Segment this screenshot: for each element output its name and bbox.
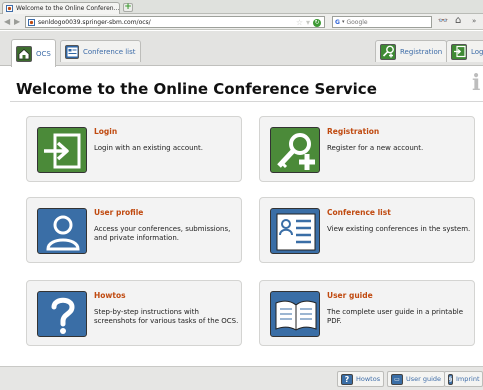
footer-user-guide-label: User guide [406, 375, 442, 383]
tab-ocs[interactable]: OCS [11, 39, 56, 67]
registration-card-description: Register for a new account. [327, 144, 424, 152]
search-engine-dropdown-icon[interactable]: ▾ [342, 19, 345, 25]
user-profile-card-description: Access your conferences, submissions, an… [94, 225, 231, 242]
conference-list-card-title[interactable]: Conference list [327, 208, 391, 217]
conference-list-card-description: View existing conferences in the system. [327, 225, 471, 233]
conference-list-icon [270, 208, 320, 254]
tab-registration[interactable]: Registration [375, 40, 448, 62]
browser-tab-strip: Welcome to the Online Conferen... + [0, 0, 483, 14]
site-favicon-icon [28, 18, 35, 26]
footer-book-icon: ▭ [391, 373, 403, 385]
user-profile-card[interactable]: User profile Access your conferences, su… [26, 197, 242, 263]
bookmark-star-icon[interactable]: ☆ [296, 18, 303, 27]
question-mark-icon [37, 291, 87, 337]
user-guide-card[interactable]: User guide The complete user guide in a … [259, 280, 475, 346]
home-icon[interactable]: ⌂ [455, 15, 461, 26]
login-card[interactable]: Login Login with an existing account. [26, 116, 242, 182]
new-tab-button[interactable]: + [123, 3, 133, 12]
howtos-card-title[interactable]: Howtos [94, 291, 126, 300]
login-card-description: Login with an existing account. [94, 144, 203, 152]
registration-tab-icon [380, 43, 396, 60]
search-bar[interactable]: G ▾ [332, 16, 432, 28]
page-title: Welcome to the Online Conference Service [16, 80, 377, 98]
user-profile-card-title[interactable]: User profile [94, 208, 143, 217]
footer-howtos-label: Howtos [356, 375, 381, 383]
footer-imprint-label: Imprint [456, 375, 480, 383]
footer-imprint-icon: § [448, 373, 453, 385]
tab-registration-label: Registration [400, 47, 443, 56]
footer-user-guide-button[interactable]: ▭ User guide [387, 371, 446, 387]
tab-ocs-label: OCS [36, 49, 51, 58]
title-divider [10, 101, 483, 102]
user-guide-card-description: The complete user guide in a printable P… [327, 308, 464, 325]
tab-login-label: Login [471, 47, 483, 56]
browser-tab[interactable]: Welcome to the Online Conferen... [2, 2, 120, 14]
user-profile-icon [37, 208, 87, 254]
footer-howtos-button[interactable]: ? Howtos [337, 371, 385, 387]
page-favicon-icon [6, 5, 13, 12]
open-book-icon [270, 291, 320, 337]
tab-conference-list[interactable]: Conference list [60, 40, 141, 62]
footer-bar: ? Howtos ▭ User guide § Imprint [0, 366, 483, 390]
conference-list-tab-icon [65, 44, 79, 59]
registration-key-icon [270, 127, 320, 173]
forward-arrow-icon[interactable]: ▶ [14, 17, 20, 26]
url-input[interactable] [38, 18, 178, 26]
browser-tab-title: Welcome to the Online Conferen... [15, 5, 119, 12]
google-logo-icon: G [335, 18, 340, 26]
back-arrow-icon[interactable]: ◀ [4, 17, 10, 26]
binoculars-icon[interactable]: 👓 [438, 16, 448, 25]
info-icon[interactable]: i [472, 70, 480, 96]
tab-login[interactable]: Login [446, 40, 483, 62]
login-icon [37, 127, 87, 173]
reload-icon[interactable]: ↻ [313, 18, 321, 27]
browser-navigation-bar: ◀ ▶ ☆ ▾ ↻ G ▾ 👓 ⌂ » [0, 14, 483, 30]
search-input[interactable] [346, 18, 417, 26]
dropdown-arrow-icon[interactable]: ▾ [306, 18, 310, 27]
url-bar[interactable]: ☆ ▾ ↻ [25, 16, 325, 28]
conference-list-card[interactable]: Conference list View existing conference… [259, 197, 475, 263]
registration-card[interactable]: Registration Register for a new account. [259, 116, 475, 182]
footer-question-icon: ? [341, 373, 353, 385]
app-tab-bar: OCS Conference list Registration Login [0, 31, 483, 67]
howtos-card-description: Step-by-step instructions with screensho… [94, 308, 239, 325]
user-guide-card-title[interactable]: User guide [327, 291, 373, 300]
ocs-home-icon [16, 45, 32, 62]
overflow-icon[interactable]: » [472, 17, 476, 25]
footer-imprint-button[interactable]: § Imprint [444, 371, 483, 387]
login-tab-icon [451, 43, 467, 60]
howtos-card[interactable]: Howtos Step-by-step instructions with sc… [26, 280, 242, 346]
registration-card-title[interactable]: Registration [327, 127, 379, 136]
login-card-title[interactable]: Login [94, 127, 117, 136]
tab-conference-list-label: Conference list [83, 47, 136, 56]
